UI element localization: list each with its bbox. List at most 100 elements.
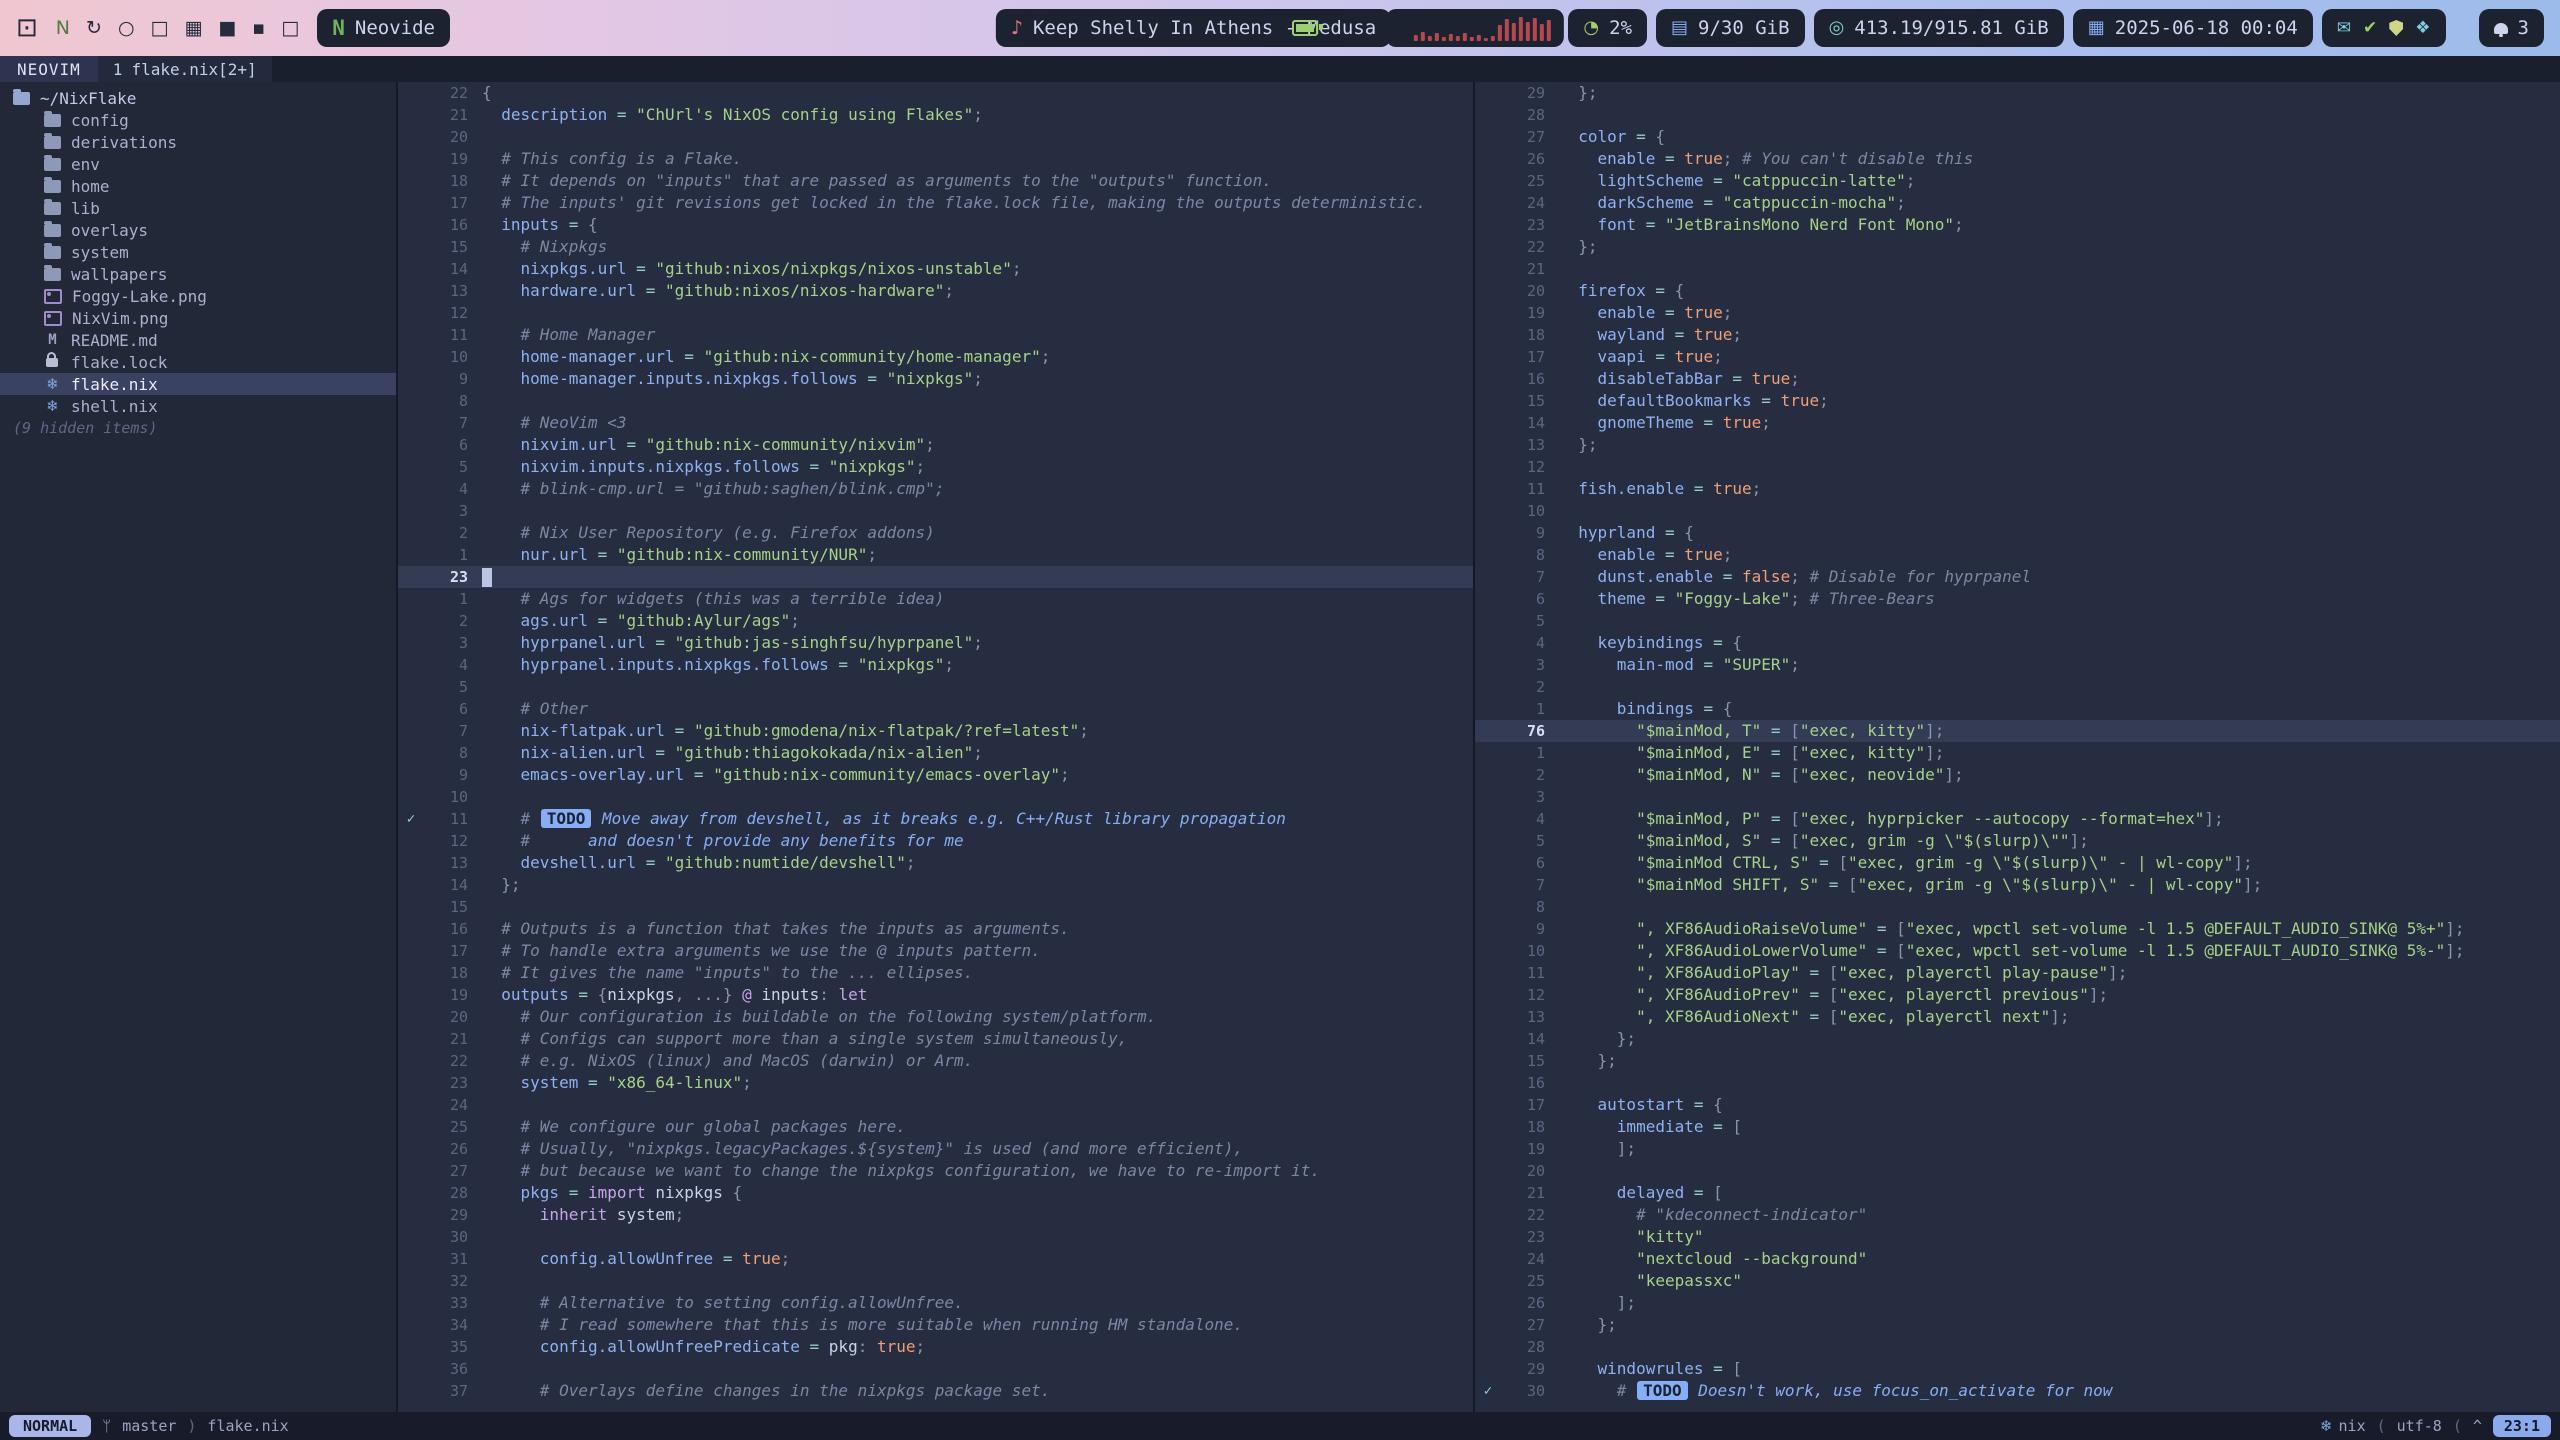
code-line[interactable]: 17 vaapi = true; <box>1475 346 2560 368</box>
code-line[interactable]: 16 inputs = { <box>398 214 1473 236</box>
active-window-widget[interactable]: N Neovide <box>317 9 450 47</box>
tree-item-wallpapers[interactable]: wallpapers <box>0 263 396 285</box>
code-line[interactable]: 16 disableTabBar = true; <box>1475 368 2560 390</box>
code-line[interactable]: 19 # This config is a Flake. <box>398 148 1473 170</box>
workspace-icon[interactable]: ▪ <box>252 17 265 39</box>
code-line[interactable]: 17 autostart = { <box>1475 1094 2560 1116</box>
code-line[interactable]: 19 enable = true; <box>1475 302 2560 324</box>
code-line[interactable]: 3 main-mod = "SUPER"; <box>1475 654 2560 676</box>
code-line[interactable]: 8 enable = true; <box>1475 544 2560 566</box>
code-line[interactable]: 12 ", XF86AudioPrev" = ["exec, playerctl… <box>1475 984 2560 1006</box>
tab-file-explorer[interactable]: NEOVIM <box>0 56 98 82</box>
code-line[interactable]: 37 # Overlays define changes in the nixp… <box>398 1380 1473 1402</box>
code-line[interactable]: 3 hyprpanel.url = "github:jas-singhfsu/h… <box>398 632 1473 654</box>
code-line[interactable]: 5 nixvim.inputs.nixpkgs.follows = "nixpk… <box>398 456 1473 478</box>
code-line[interactable]: 14 }; <box>398 874 1473 896</box>
code-line[interactable]: 8 <box>398 390 1473 412</box>
workspace-icon[interactable]: ○ <box>118 17 135 39</box>
code-line[interactable]: 7 # NeoVim <3 <box>398 412 1473 434</box>
code-line[interactable]: 23 font = "JetBrainsMono Nerd Font Mono"… <box>1475 214 2560 236</box>
workspace-icon[interactable]: ↻ <box>86 17 102 39</box>
mail-icon[interactable]: ✉ <box>2337 20 2351 37</box>
tree-item-lib[interactable]: lib <box>0 197 396 219</box>
code-line[interactable]: 19 outputs = {nixpkgs, ...} @ inputs: le… <box>398 984 1473 1006</box>
code-line[interactable]: 26 # Usually, "nixpkgs.legacyPackages.${… <box>398 1138 1473 1160</box>
tree-item-system[interactable]: system <box>0 241 396 263</box>
tree-item-home[interactable]: home <box>0 175 396 197</box>
code-line[interactable]: 22 # e.g. NixOS (linux) and MacOS (darwi… <box>398 1050 1473 1072</box>
tree-item-config[interactable]: config <box>0 109 396 131</box>
code-line[interactable]: 16 # Outputs is a function that takes th… <box>398 918 1473 940</box>
workspace-icon[interactable]: N <box>56 17 70 39</box>
code-line[interactable]: 18 wayland = true; <box>1475 324 2560 346</box>
code-line[interactable]: 8 <box>1475 896 2560 918</box>
code-line[interactable]: 14 gnomeTheme = true; <box>1475 412 2560 434</box>
code-line[interactable]: 19 ]; <box>1475 1138 2560 1160</box>
code-line[interactable]: 18 immediate = [ <box>1475 1116 2560 1138</box>
code-line[interactable]: 21 # Configs can support more than a sin… <box>398 1028 1473 1050</box>
tree-item-env[interactable]: env <box>0 153 396 175</box>
code-line[interactable]: 11 ", XF86AudioPlay" = ["exec, playerctl… <box>1475 962 2560 984</box>
code-line[interactable]: 4 keybindings = { <box>1475 632 2560 654</box>
tree-item-shell.nix[interactable]: ❄shell.nix <box>0 395 396 417</box>
code-line[interactable]: 28 <box>1475 1336 2560 1358</box>
workspace-icon[interactable]: □ <box>281 17 299 39</box>
code-line[interactable]: 26 ]; <box>1475 1292 2560 1314</box>
code-line[interactable]: 13 hardware.url = "github:nixos/nixos-ha… <box>398 280 1473 302</box>
code-line[interactable]: 35 config.allowUnfreePredicate = pkg: tr… <box>398 1336 1473 1358</box>
code-line[interactable]: 4 hyprpanel.inputs.nixpkgs.follows = "ni… <box>398 654 1473 676</box>
code-line[interactable]: 15 <box>398 896 1473 918</box>
code-line[interactable]: 24 <box>398 1094 1473 1116</box>
code-line[interactable]: 2 <box>1475 676 2560 698</box>
code-line[interactable]: 22 }; <box>1475 236 2560 258</box>
code-line[interactable]: 10 <box>398 786 1473 808</box>
code-line[interactable]: 33 # Alternative to setting config.allow… <box>398 1292 1473 1314</box>
code-line[interactable]: 11 fish.enable = true; <box>1475 478 2560 500</box>
code-line[interactable]: 12 <box>398 302 1473 324</box>
code-line[interactable]: 15 defaultBookmarks = true; <box>1475 390 2560 412</box>
code-line[interactable]: ✓30 # TODO Doesn't work, use focus_on_ac… <box>1475 1380 2560 1402</box>
code-line[interactable]: 25 # We configure our global packages he… <box>398 1116 1473 1138</box>
tree-item-flake.nix[interactable]: ❄flake.nix <box>0 373 396 395</box>
launcher-icon[interactable]: ⊡ <box>16 13 38 43</box>
code-line[interactable]: 23 "kitty" <box>1475 1226 2560 1248</box>
code-line[interactable]: 4 "$mainMod, P" = ["exec, hyprpicker --a… <box>1475 808 2560 830</box>
code-line[interactable]: 1 nur.url = "github:nix-community/NUR"; <box>398 544 1473 566</box>
code-line[interactable]: 10 home-manager.url = "github:nix-commun… <box>398 346 1473 368</box>
tab-buffer-1[interactable]: 1 flake.nix[2+] <box>98 56 272 82</box>
code-line[interactable]: 9 hyprland = { <box>1475 522 2560 544</box>
tree-item-README.md[interactable]: MREADME.md <box>0 329 396 351</box>
code-line[interactable]: 25 "keepassxc" <box>1475 1270 2560 1292</box>
code-line[interactable]: ✓11 # TODO Move away from devshell, as i… <box>398 808 1473 830</box>
clock-widget[interactable]: ▦2025-06-18 00:04 <box>2073 9 2313 47</box>
code-line[interactable]: 14 nixpkgs.url = "github:nixos/nixpkgs/n… <box>398 258 1473 280</box>
code-line[interactable]: 13 }; <box>1475 434 2560 456</box>
code-line[interactable]: 20 # Our configuration is buildable on t… <box>398 1006 1473 1028</box>
code-line[interactable]: 6 # Other <box>398 698 1473 720</box>
code-line[interactable]: 6 theme = "Foggy-Lake"; # Three-Bears <box>1475 588 2560 610</box>
code-line[interactable]: 21 description = "ChUrl's NixOS config u… <box>398 104 1473 126</box>
code-line[interactable]: 28 <box>1475 104 2560 126</box>
code-line[interactable]: 4 # blink-cmp.url = "github:saghen/blink… <box>398 478 1473 500</box>
code-line[interactable]: 7 dunst.enable = false; # Disable for hy… <box>1475 566 2560 588</box>
code-line[interactable]: 17 # To handle extra arguments we use th… <box>398 940 1473 962</box>
code-line[interactable]: 14 }; <box>1475 1028 2560 1050</box>
code-line[interactable]: 5 <box>398 676 1473 698</box>
code-line[interactable]: 21 <box>1475 258 2560 280</box>
code-line[interactable]: 15 # Nixpkgs <box>398 236 1473 258</box>
code-line[interactable]: 7 nix-flatpak.url = "github:gmodena/nix-… <box>398 720 1473 742</box>
code-line[interactable]: 23 <box>398 566 1473 588</box>
code-line[interactable]: 22 # "kdeconnect-indicator" <box>1475 1204 2560 1226</box>
music-widget[interactable]: ♪ Keep Shelly In Athens - Medusa <box>996 9 1391 47</box>
code-line[interactable]: 20 firefox = { <box>1475 280 2560 302</box>
code-line[interactable]: 17 # The inputs' git revisions get locke… <box>398 192 1473 214</box>
code-line[interactable]: 29 windowrules = [ <box>1475 1358 2560 1380</box>
code-line[interactable]: 26 enable = true; # You can't disable th… <box>1475 148 2560 170</box>
code-line[interactable]: 25 lightScheme = "catppuccin-latte"; <box>1475 170 2560 192</box>
code-line[interactable]: 8 nix-alien.url = "github:thiagokokada/n… <box>398 742 1473 764</box>
memory-widget[interactable]: ▤9/30 GiB <box>1656 9 1805 47</box>
code-line[interactable]: 16 <box>1475 1072 2560 1094</box>
code-line[interactable]: 31 config.allowUnfree = true; <box>398 1248 1473 1270</box>
code-line[interactable]: 1 "$mainMod, E" = ["exec, kitty"]; <box>1475 742 2560 764</box>
tree-item-Foggy-Lake.png[interactable]: Foggy-Lake.png <box>0 285 396 307</box>
